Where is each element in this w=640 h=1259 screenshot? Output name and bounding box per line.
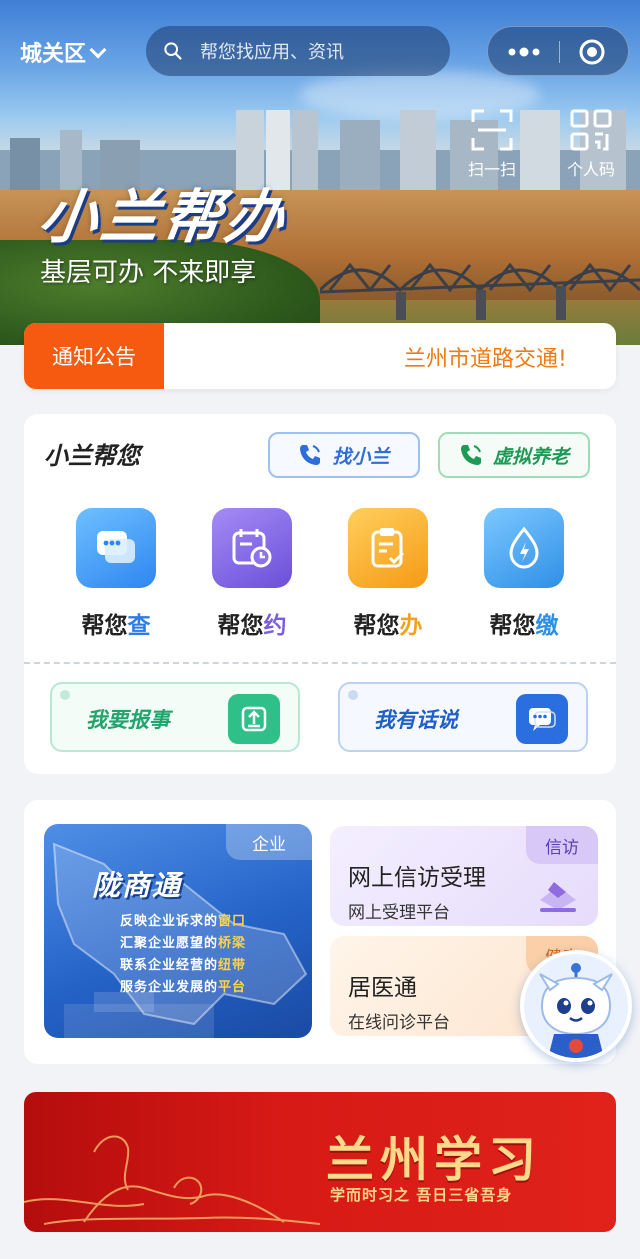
banner-subtitle: 学而时习之 吾日三省吾身 xyxy=(330,1186,513,1204)
slogan-line: 联系企业经营的纽带 xyxy=(120,954,246,973)
service-appointment-suffix: 约 xyxy=(263,613,287,639)
feedback-button[interactable]: 我有话说 xyxy=(338,682,588,752)
assistant-mascot-avatar[interactable] xyxy=(520,950,632,1062)
virtual-eldercare-button[interactable]: 虚拟养老 xyxy=(438,432,590,478)
location-selector[interactable]: 城关区 xyxy=(20,36,107,68)
slogan-text: 汇聚企业愿望的 xyxy=(120,936,219,951)
phone-icon xyxy=(300,445,321,465)
service-handle-label: 帮您办 xyxy=(338,606,438,640)
find-xiaolan-button[interactable]: 找小兰 xyxy=(268,432,420,478)
juyitong-title: 居医通 xyxy=(348,975,417,1001)
slogan-line: 反映企业诉求的窗口 xyxy=(120,910,246,929)
online-petition-title: 网上信访受理 xyxy=(348,865,486,891)
slogan-highlight: 桥梁 xyxy=(218,936,247,951)
slogan-text: 反映企业诉求的 xyxy=(120,914,219,929)
notice-tag: 通知公告 xyxy=(24,323,164,389)
mother-river-statue-graphic xyxy=(24,1135,321,1225)
virtual-eldercare-label: 虚拟养老 xyxy=(492,445,569,468)
hero-slogan: 基层可办 不来即享 xyxy=(40,258,257,288)
calendar-clock-icon xyxy=(212,508,292,588)
decor-dot xyxy=(348,690,358,700)
scan-icon xyxy=(471,109,513,151)
service-appointment-prefix: 帮您 xyxy=(217,613,264,639)
scan-label: 扫一扫 xyxy=(467,160,516,179)
service-query[interactable]: 帮您查 xyxy=(66,508,166,640)
service-appointment[interactable]: 帮您约 xyxy=(202,508,302,640)
slogan-text: 服务企业发展的 xyxy=(120,980,219,995)
slogan-text: 联系企业经营的 xyxy=(120,958,219,973)
online-petition-subtitle: 网上受理平台 xyxy=(348,903,450,923)
longshangtong-tile[interactable]: 企业 陇商通 反映企业诉求的窗口 汇聚企业愿望的桥梁 联系企业经营的纽带 服务企… xyxy=(44,824,312,1038)
search-icon xyxy=(164,42,182,60)
service-query-suffix: 查 xyxy=(127,613,151,639)
service-appointment-label: 帮您约 xyxy=(202,606,302,640)
chat-dots-icon xyxy=(516,694,568,744)
notice-text[interactable]: 兰州市道路交通! xyxy=(404,341,612,373)
slogan-line: 汇聚企业愿望的桥梁 xyxy=(120,932,246,951)
service-payment-suffix: 缴 xyxy=(535,613,559,639)
juyitong-subtitle: 在线问诊平台 xyxy=(348,1013,450,1033)
close-miniprogram-icon[interactable] xyxy=(578,38,606,66)
slogan-highlight: 纽带 xyxy=(218,958,247,973)
qrcode-button[interactable]: 个人码 xyxy=(556,108,626,180)
qrcode-icon xyxy=(570,109,612,151)
help-card: 小兰帮您 找小兰 虚拟养老 帮您查 帮您约 帮您办 帮您缴 我要报事 我有话说 xyxy=(24,414,616,774)
report-issue-button[interactable]: 我要报事 xyxy=(50,682,300,752)
slogan-highlight: 平台 xyxy=(218,980,247,995)
location-label: 城关区 xyxy=(20,42,87,67)
miniprogram-capsule xyxy=(487,26,629,76)
slogan-highlight: 窗口 xyxy=(218,914,247,929)
phone-icon xyxy=(460,445,481,465)
service-payment-prefix: 帮您 xyxy=(489,613,536,639)
chat-bubble-icon xyxy=(76,508,156,588)
service-handle-suffix: 办 xyxy=(399,613,423,639)
tag-enterprise: 企业 xyxy=(226,824,312,860)
more-icon[interactable] xyxy=(506,41,542,63)
qrcode-label: 个人码 xyxy=(566,160,615,179)
upload-tray-icon xyxy=(228,694,280,744)
notice-bar[interactable]: 通知公告 兰州市道路交通! xyxy=(24,323,616,389)
online-petition-tile[interactable]: 信访 网上信访受理 网上受理平台 xyxy=(330,826,598,926)
longshangtong-title: 陇商通 xyxy=(92,869,183,902)
slogan-line: 服务企业发展的平台 xyxy=(120,976,246,995)
report-issue-label: 我要报事 xyxy=(86,708,170,732)
service-payment-label: 帮您缴 xyxy=(474,606,574,640)
decor-dot xyxy=(60,690,70,700)
chevron-down-icon xyxy=(89,41,107,59)
robot-mascot-icon xyxy=(539,963,613,1058)
service-handle[interactable]: 帮您办 xyxy=(338,508,438,640)
service-payment[interactable]: 帮您缴 xyxy=(474,508,574,640)
clipboard-check-icon xyxy=(348,508,428,588)
find-xiaolan-label: 找小兰 xyxy=(332,445,390,468)
tag-petition: 信访 xyxy=(526,826,598,864)
water-drop-bolt-icon xyxy=(484,508,564,588)
service-query-label: 帮您查 xyxy=(66,606,166,640)
dashed-divider xyxy=(24,662,616,664)
feedback-label: 我有话说 xyxy=(374,708,458,732)
envelope-icon xyxy=(540,882,576,912)
hero-title: 小兰帮办 xyxy=(34,183,293,251)
capsule-divider xyxy=(559,41,560,63)
search-bar[interactable]: 帮您找应用、资讯 xyxy=(146,26,450,76)
scan-button[interactable]: 扫一扫 xyxy=(457,108,527,180)
service-handle-prefix: 帮您 xyxy=(353,613,400,639)
iron-bridge xyxy=(320,262,640,320)
search-placeholder: 帮您找应用、资讯 xyxy=(200,42,344,63)
lanzhou-study-banner[interactable]: 兰州学习 学而时习之 吾日三省吾身 xyxy=(24,1092,616,1232)
service-query-prefix: 帮您 xyxy=(81,613,128,639)
banner-title: 兰州学习 xyxy=(326,1132,543,1188)
help-title: 小兰帮您 xyxy=(44,442,140,470)
